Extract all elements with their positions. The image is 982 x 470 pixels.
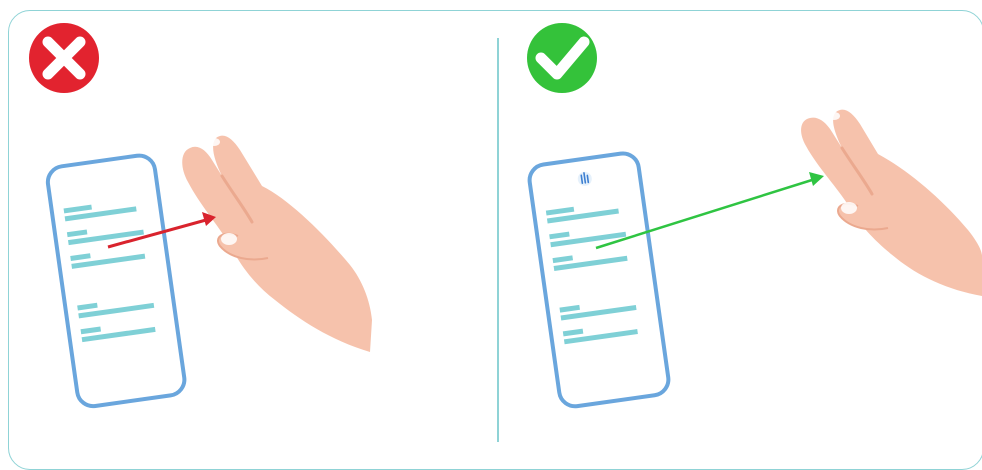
phone-illustration xyxy=(45,153,187,409)
correct-panel xyxy=(498,0,982,461)
hand-illustration xyxy=(182,135,372,352)
check-badge-icon xyxy=(527,23,597,93)
incorrect-panel xyxy=(0,0,497,461)
phone-illustration xyxy=(527,151,671,409)
incorrect-illustration xyxy=(29,23,372,409)
correct-illustration xyxy=(527,23,982,409)
cross-badge-icon xyxy=(29,23,99,93)
hand-illustration xyxy=(801,109,982,296)
